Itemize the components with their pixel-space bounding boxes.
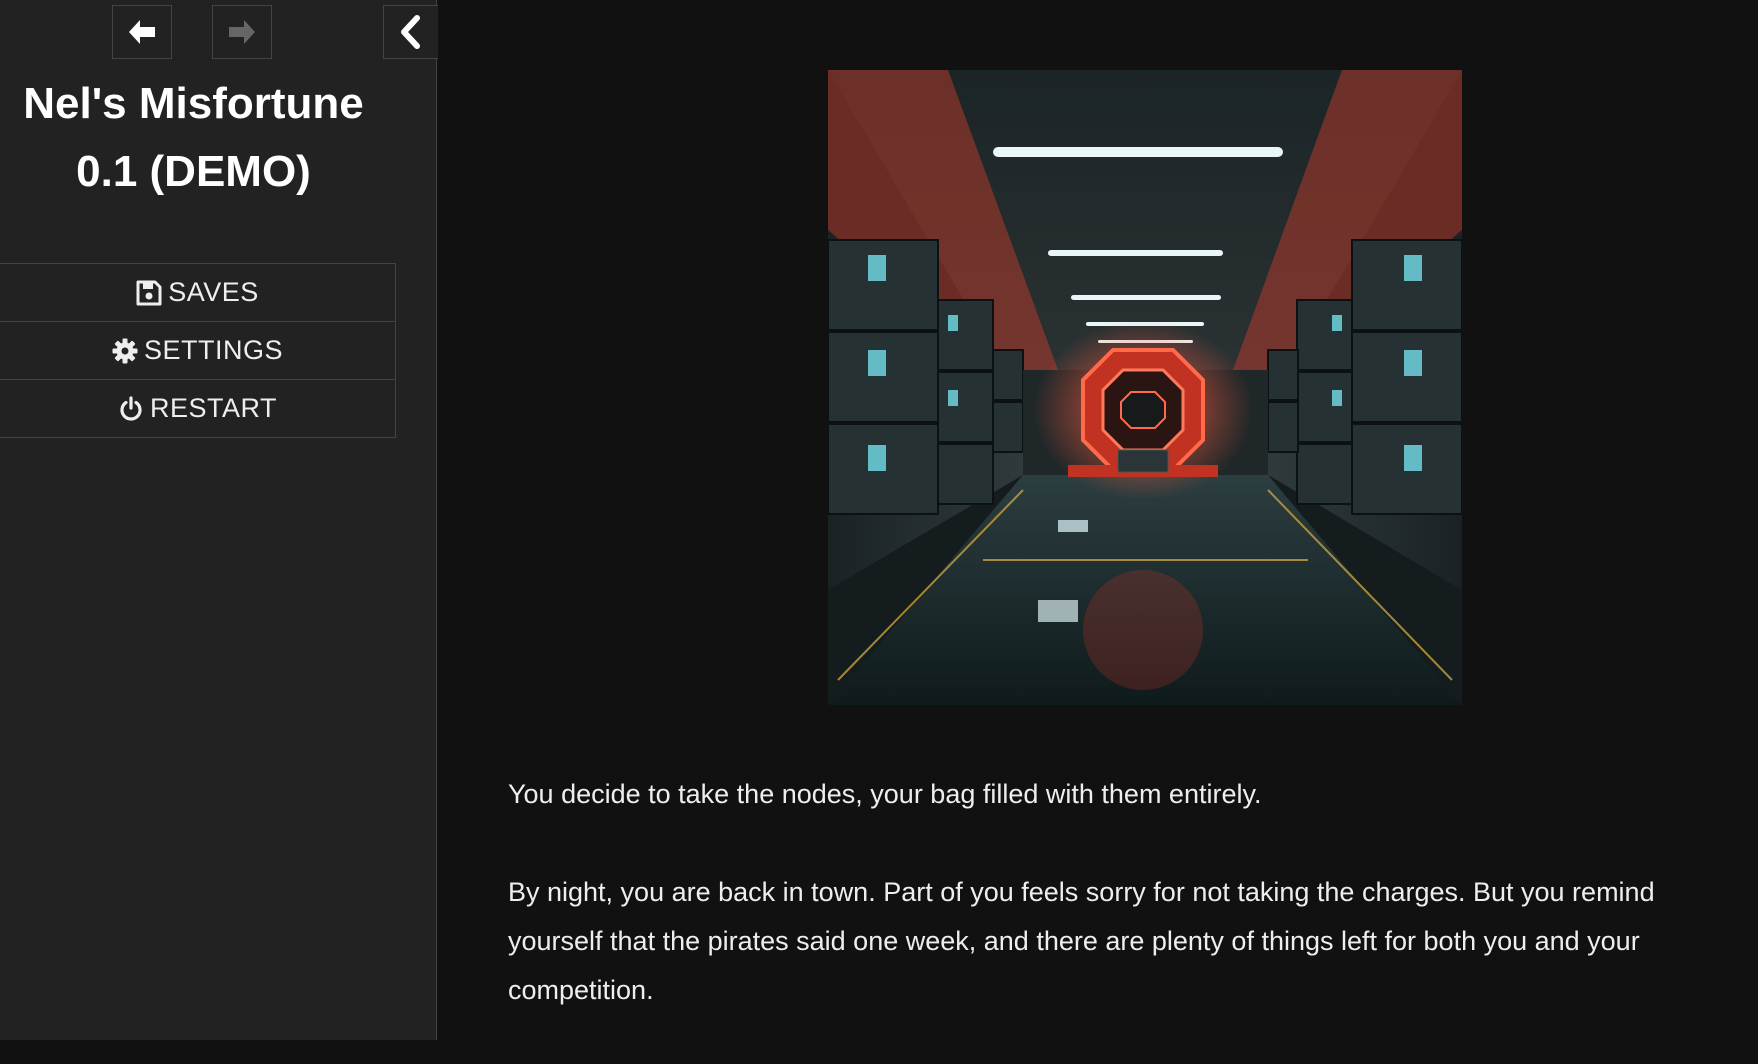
ui-bar: Nel's Misfortune 0.1 (DEMO) SAVES SETTIN… [0, 0, 438, 1040]
passage-text: You decide to take the nodes, your bag f… [508, 770, 1748, 1064]
story-title: Nel's Misfortune 0.1 (DEMO) [23, 79, 364, 196]
saves-button[interactable]: SAVES [0, 264, 396, 322]
restart-label: RESTART [149, 393, 278, 423]
power-icon [120, 395, 142, 421]
floppy-disk-icon [136, 280, 162, 305]
passage-paragraph: By night, you are back in town. Part of … [508, 877, 1655, 1005]
settings-label: SETTINGS [143, 335, 283, 365]
saves-label: SAVES [168, 277, 259, 307]
chevron-left-icon [401, 15, 420, 49]
gear-icon [112, 338, 138, 363]
arrow-right-icon [229, 20, 255, 44]
settings-button[interactable]: SETTINGS [0, 322, 396, 380]
sidebar-stow-button[interactable] [383, 5, 438, 59]
arrow-left-icon [129, 20, 155, 44]
restart-button[interactable]: RESTART [0, 380, 396, 438]
sci-fi-corridor-illustration [828, 70, 1462, 705]
history-forward-button[interactable] [212, 5, 272, 59]
history-back-button[interactable] [112, 5, 172, 59]
sidebar-menu: SAVES SETTINGS RESTART [0, 263, 396, 438]
story-passage-area: You decide to take the nodes, your bag f… [438, 0, 1758, 1040]
passage-paragraph: You decide to take the nodes, your bag f… [508, 779, 1262, 809]
